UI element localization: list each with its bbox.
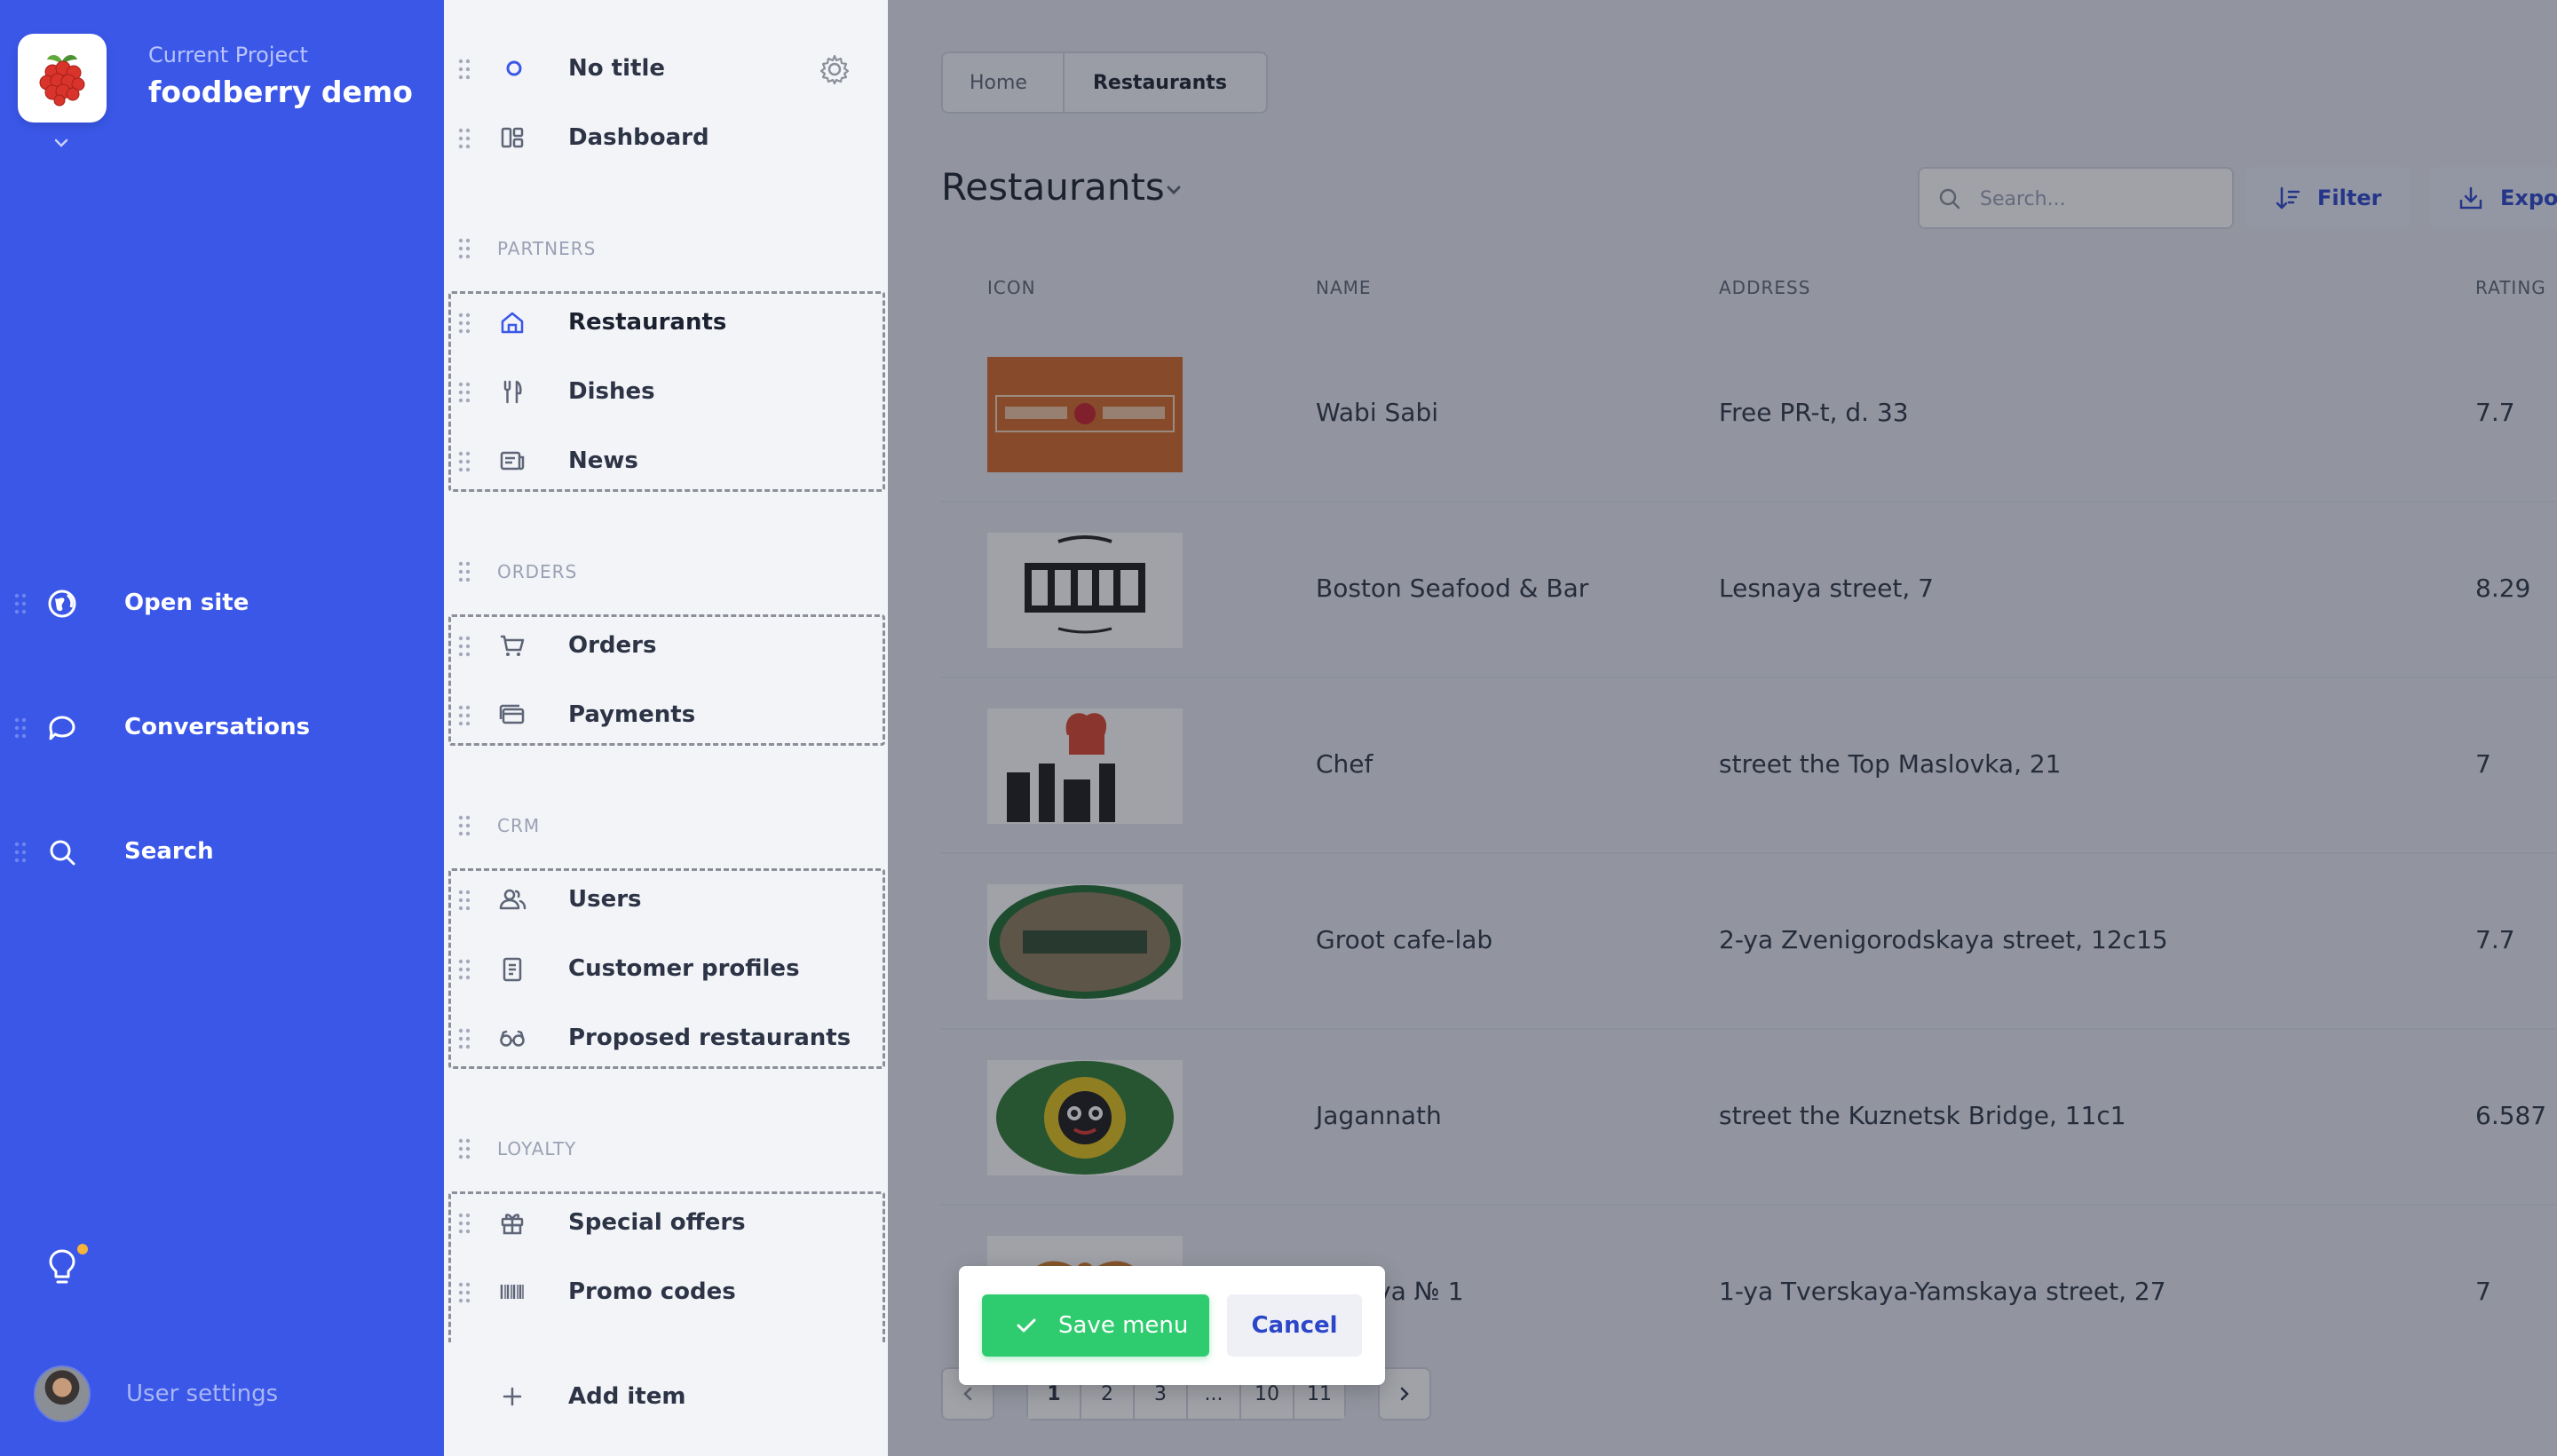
menu-item-dashboard[interactable]: Dashboard — [444, 107, 888, 169]
glasses-icon — [500, 1030, 525, 1047]
newspaper-icon — [500, 451, 525, 471]
menu-item-label: Promo codes — [568, 1278, 736, 1305]
drag-handle-icon[interactable] — [458, 1138, 471, 1159]
drag-handle-icon[interactable] — [14, 717, 27, 739]
rail-item-conversations[interactable]: Conversations — [0, 692, 444, 764]
menu-item-label: Users — [568, 886, 642, 913]
menu-item-label: Proposed restaurants — [568, 1025, 851, 1051]
drag-handle-icon[interactable] — [458, 1028, 471, 1049]
menu-item-label: No title — [568, 55, 665, 82]
credit-card-icon — [499, 704, 525, 724]
project-caption: Current Project — [148, 43, 308, 67]
drag-handle-icon[interactable] — [458, 815, 471, 836]
section-title-crm: CRM — [497, 815, 541, 836]
user-settings[interactable]: User settings — [34, 1365, 278, 1422]
project-logo[interactable] — [18, 34, 107, 123]
tips-button[interactable] — [46, 1244, 88, 1288]
section-title-loyalty: LOYALTY — [497, 1138, 577, 1159]
drag-handle-icon[interactable] — [14, 593, 27, 614]
globe-icon — [48, 590, 76, 618]
circle-icon — [506, 60, 522, 76]
project-rail: Current Project foodberry demo Open site… — [0, 0, 444, 1456]
cancel-button[interactable]: Cancel — [1227, 1294, 1362, 1357]
search-icon — [50, 840, 75, 866]
menu-item-label: Restaurants — [568, 309, 727, 336]
check-icon — [1017, 1318, 1036, 1333]
menu-item-label: Dashboard — [568, 124, 709, 151]
drag-handle-icon[interactable] — [458, 636, 471, 657]
section-title-orders: ORDERS — [497, 561, 578, 582]
plus-icon — [503, 1387, 522, 1406]
save-menu-popup: Save menu Cancel — [959, 1266, 1385, 1385]
lightbulb-icon — [49, 1249, 75, 1284]
chat-icon — [49, 716, 75, 740]
drag-handle-icon[interactable] — [14, 842, 27, 863]
save-menu-label: Save menu — [1058, 1312, 1189, 1339]
rail-item-label: Open site — [124, 590, 249, 616]
clipboard-icon — [503, 957, 522, 982]
user-settings-label: User settings — [126, 1381, 279, 1407]
menu-item-promo-codes[interactable]: Promo codes — [444, 1261, 888, 1323]
drag-handle-icon[interactable] — [458, 128, 471, 149]
drag-handle-icon[interactable] — [458, 238, 471, 259]
modal-overlay[interactable] — [888, 0, 2557, 1456]
menu-item-payments[interactable]: Payments — [444, 684, 888, 746]
drag-handle-icon[interactable] — [458, 451, 471, 472]
fork-knife-icon — [503, 380, 522, 404]
section-title-partners: PARTNERS — [497, 238, 597, 259]
rail-item-open-site[interactable]: Open site — [0, 568, 444, 639]
avatar[interactable] — [34, 1365, 91, 1422]
drag-handle-icon[interactable] — [458, 313, 471, 334]
add-item-button[interactable]: Add item — [444, 1365, 888, 1428]
drag-handle-icon[interactable] — [458, 561, 471, 582]
gift-icon — [501, 1214, 524, 1235]
menu-item-label: Customer profiles — [568, 955, 800, 982]
rail-item-label: Search — [124, 838, 214, 865]
gear-icon[interactable] — [819, 53, 851, 85]
menu-item-label: Payments — [568, 701, 696, 728]
menu-item-special-offers[interactable]: Special offers — [444, 1191, 888, 1254]
barcode-icon — [500, 1285, 524, 1299]
cart-icon — [501, 635, 525, 656]
menu-item-users[interactable]: Users — [444, 868, 888, 930]
drag-handle-icon[interactable] — [458, 890, 471, 911]
raspberry-logo-icon — [39, 55, 85, 107]
drag-handle-icon[interactable] — [458, 705, 471, 726]
rail-item-label: Conversations — [124, 714, 311, 740]
menu-item-dishes[interactable]: Dishes — [444, 360, 888, 423]
menu-item-restaurants[interactable]: Restaurants — [444, 291, 888, 353]
menu-item-customer-profiles[interactable]: Customer profiles — [444, 938, 888, 1000]
save-menu-button[interactable]: Save menu — [982, 1294, 1209, 1357]
drag-handle-icon[interactable] — [458, 1282, 471, 1303]
drag-handle-icon[interactable] — [458, 59, 471, 80]
menu-item-label: Special offers — [568, 1209, 746, 1236]
menu-item-proposed-restaurants[interactable]: Proposed restaurants — [444, 1007, 888, 1069]
add-item-label: Add item — [568, 1383, 686, 1410]
project-name[interactable]: foodberry demo — [148, 75, 413, 109]
rail-item-search[interactable]: Search — [0, 817, 444, 888]
menu-item-orders[interactable]: Orders — [444, 614, 888, 677]
chevron-down-icon[interactable] — [51, 133, 71, 153]
menu-item-news[interactable]: News — [444, 430, 888, 492]
menu-item-label: Orders — [568, 632, 657, 659]
drag-handle-icon[interactable] — [458, 959, 471, 980]
drag-handle-icon[interactable] — [458, 1213, 471, 1234]
users-icon — [499, 889, 526, 910]
home-icon — [501, 312, 524, 334]
drag-handle-icon[interactable] — [458, 382, 471, 403]
dashboard-icon — [501, 127, 524, 148]
notification-dot — [77, 1244, 88, 1254]
menu-item-label: News — [568, 447, 638, 474]
menu-item-label: Dishes — [568, 378, 655, 405]
